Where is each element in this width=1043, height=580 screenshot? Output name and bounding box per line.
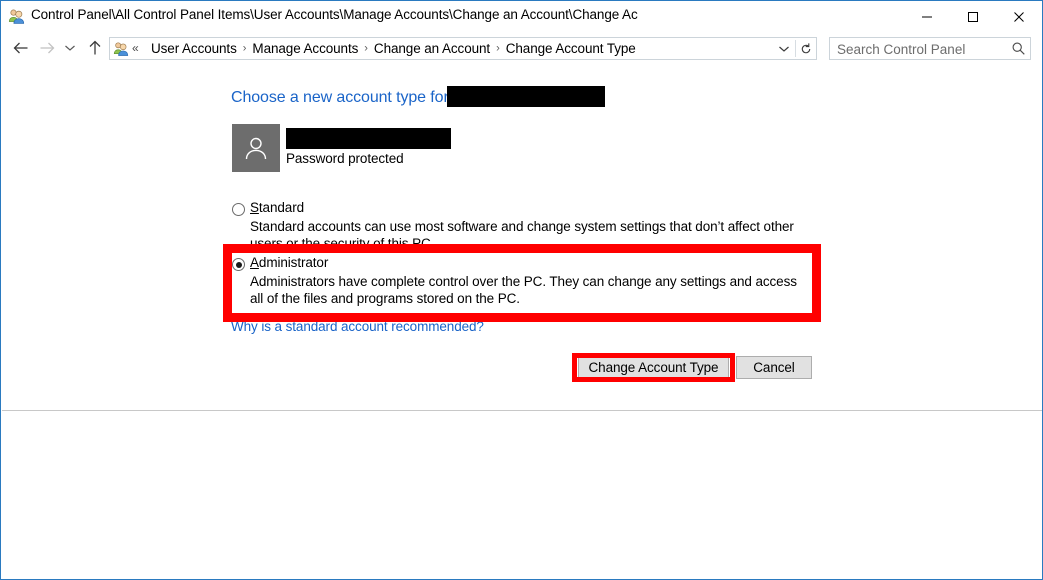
refresh-button[interactable] [796,38,816,59]
maximize-button[interactable] [950,1,996,32]
back-button[interactable] [8,35,34,61]
breadcrumb-item-change-an-account[interactable]: Change an Account [371,41,493,56]
option-administrator-label-rest: dministrator [258,255,329,270]
close-button[interactable] [996,1,1042,32]
breadcrumb-items: User Accounts › Manage Accounts › Change… [148,41,639,56]
address-bar: « User Accounts › Manage Accounts › Chan… [1,33,1042,65]
refresh-icon [801,42,811,53]
breadcrumb-separator-icon[interactable]: › [361,42,371,54]
radio-standard[interactable] [232,203,245,216]
recent-locations-chevron-icon [65,45,75,51]
option-administrator-accel: A [250,255,259,270]
recent-locations-button[interactable] [60,35,80,61]
breadcrumb-overflow[interactable]: « [132,41,139,55]
breadcrumb-dropdown-button[interactable] [774,38,794,59]
breadcrumb-item-user-accounts[interactable]: User Accounts [148,41,240,56]
radio-administrator[interactable] [232,258,245,271]
user-avatar-icon [245,137,267,160]
chevron-down-icon [779,46,789,52]
forward-arrow-icon [40,42,55,54]
control-panel-window: Control Panel\All Control Panel Items\Us… [0,0,1043,580]
page-title: Choose a new account type for [231,89,449,106]
search-input[interactable] [835,38,1009,61]
user-accounts-icon [8,8,25,25]
minimize-icon [922,16,932,17]
redacted-account-name [286,128,451,149]
forward-button[interactable] [34,35,60,61]
cancel-button[interactable]: Cancel [736,356,812,379]
close-icon [1014,11,1024,22]
change-account-type-button[interactable]: Change Account Type [578,356,729,379]
breadcrumb[interactable]: « User Accounts › Manage Accounts › Chan… [109,37,817,60]
option-standard-description: Standard accounts can use most software … [250,219,794,251]
search-icon[interactable] [1011,41,1026,56]
option-standard-accel: S [250,200,259,215]
option-administrator-description: Administrators have complete control ove… [250,274,797,306]
back-arrow-icon [13,42,28,54]
up-arrow-icon [89,40,101,55]
main-content: Choose a new account type for Password p… [1,65,1042,411]
window-title: Control Panel\All Control Panel Items\Us… [31,7,638,22]
title-bar: Control Panel\All Control Panel Items\Us… [1,1,1042,32]
redacted-account-name-title [447,86,605,107]
account-summary: Password protected [232,124,452,172]
option-administrator-label[interactable]: Administrator [250,255,328,270]
breadcrumb-separator-icon[interactable]: › [240,42,250,54]
option-standard-label-rest: tandard [258,200,304,215]
breadcrumb-item-manage-accounts[interactable]: Manage Accounts [249,41,361,56]
user-accounts-icon [113,41,129,57]
option-standard-label[interactable]: Standard [250,200,304,215]
help-link[interactable]: Why is a standard account recommended? [231,319,484,334]
avatar [232,124,280,172]
maximize-icon [968,11,978,22]
search-box[interactable] [829,37,1031,61]
up-button[interactable] [82,35,108,61]
minimize-button[interactable] [904,1,950,32]
breadcrumb-separator-icon[interactable]: › [493,42,503,54]
breadcrumb-item-change-account-type[interactable]: Change Account Type [503,41,639,56]
content-divider [2,410,1042,411]
account-status: Password protected [286,151,404,166]
